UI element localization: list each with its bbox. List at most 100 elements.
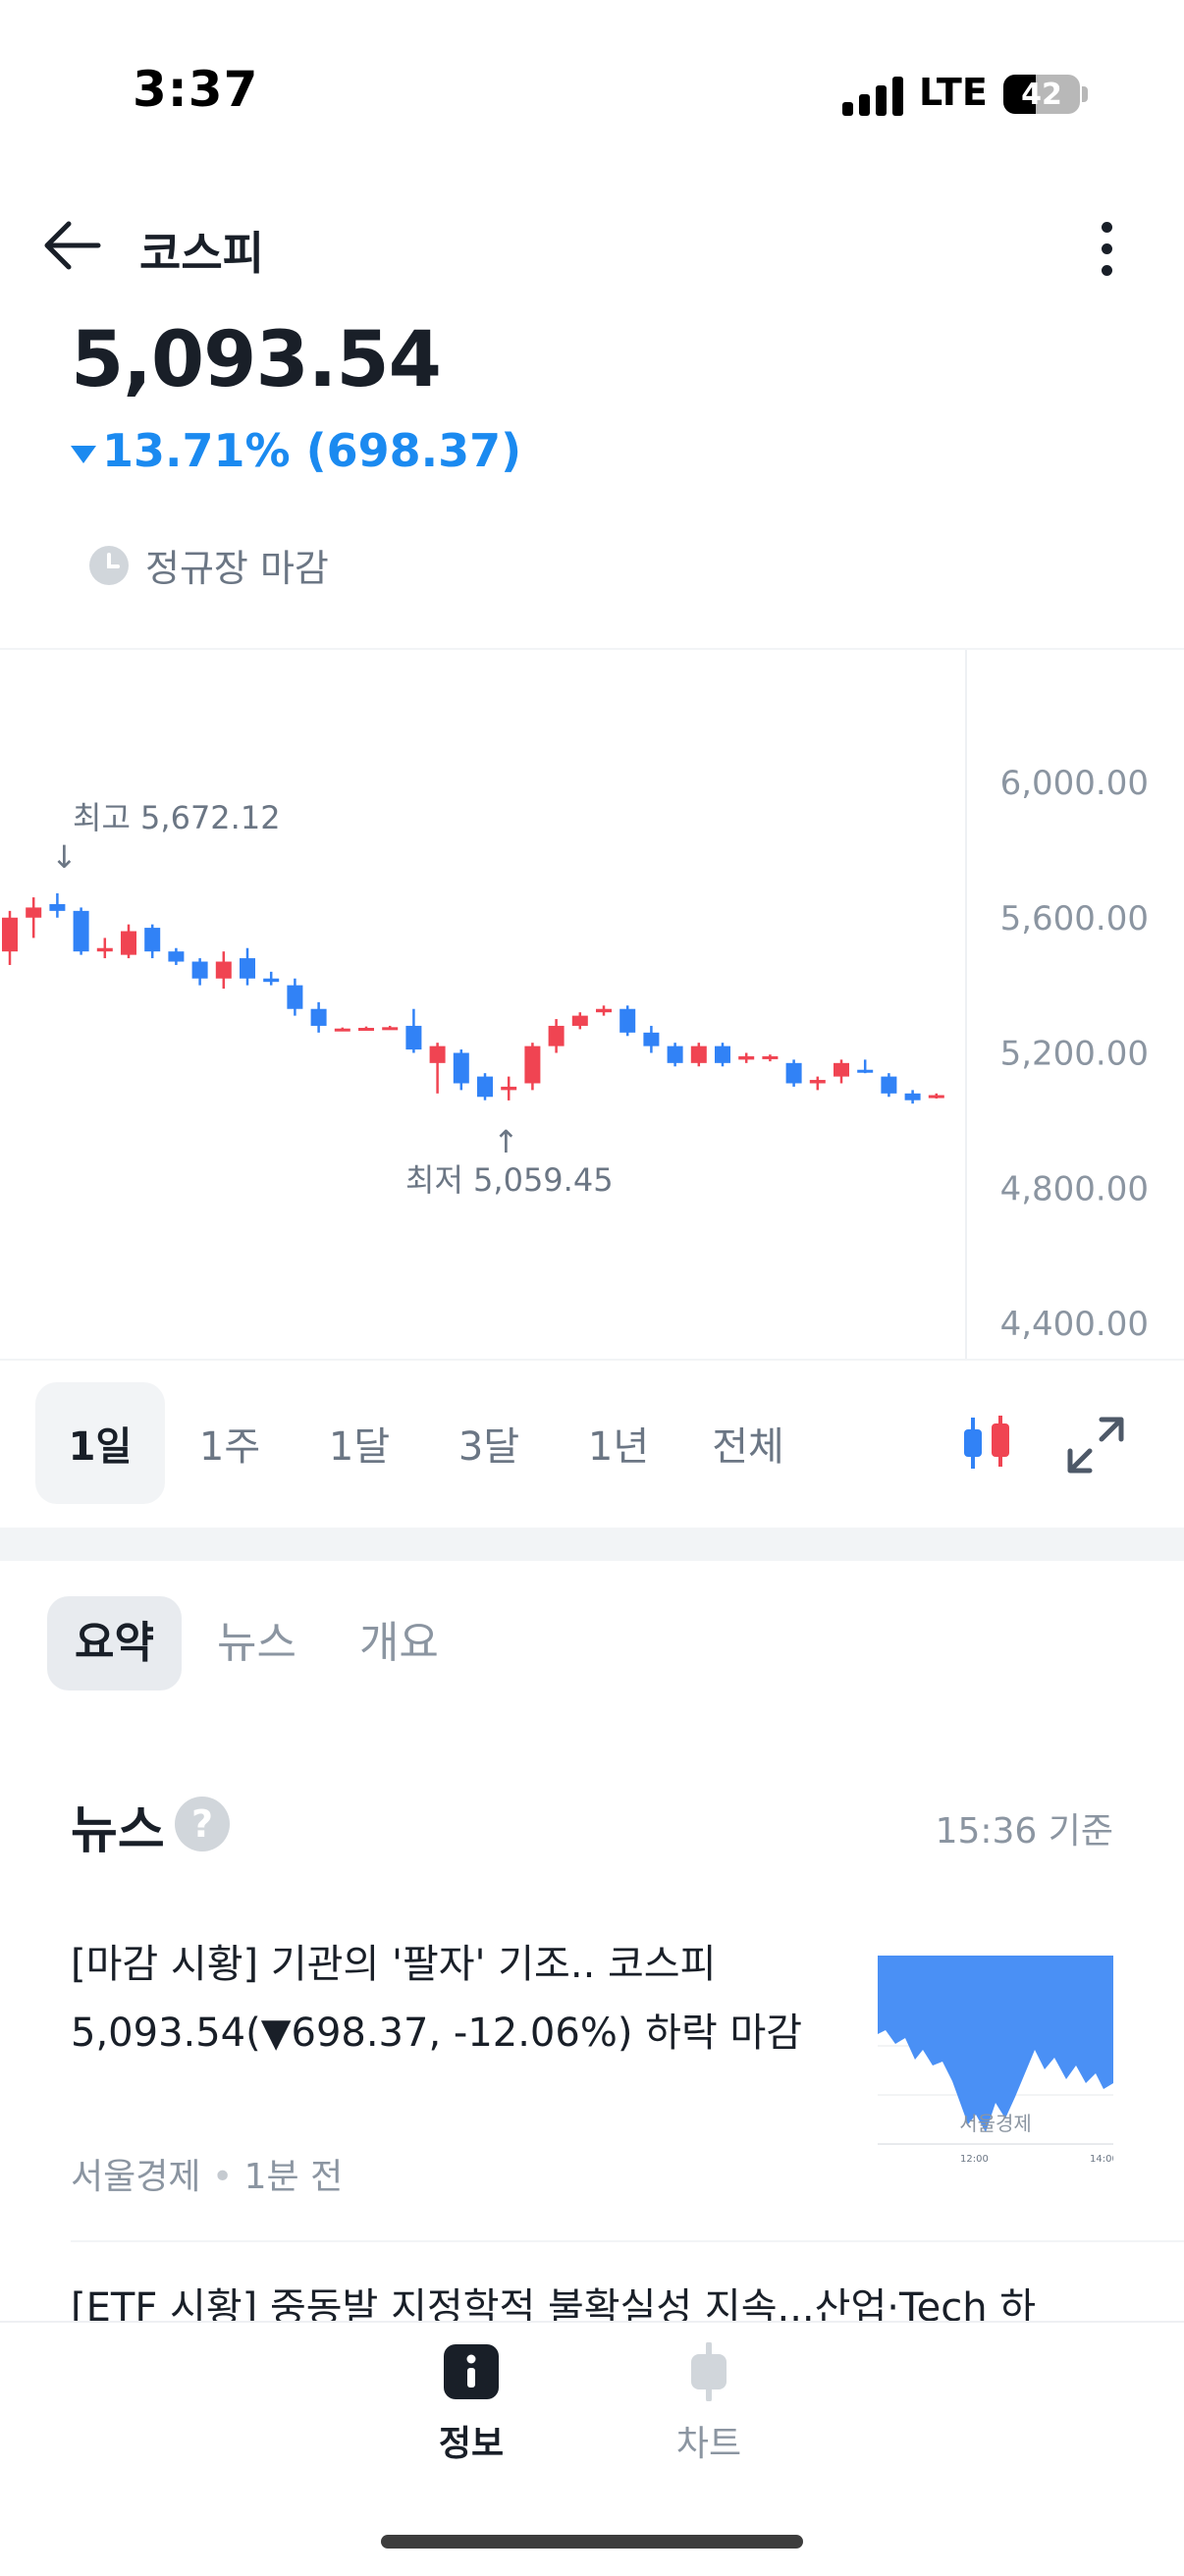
battery-level: 42 bbox=[1021, 78, 1062, 112]
signal-icon bbox=[842, 77, 903, 116]
y-tick-label: 6,000.00 bbox=[1000, 764, 1149, 803]
market-status: 정규장 마감 bbox=[88, 538, 329, 592]
range-button[interactable]: 1일 bbox=[35, 1382, 165, 1504]
candle bbox=[96, 938, 113, 959]
y-tick-label: 5,200.00 bbox=[1000, 1035, 1149, 1074]
home-indicator bbox=[381, 2535, 803, 2549]
candle bbox=[310, 1001, 327, 1033]
candle bbox=[738, 1052, 755, 1063]
candle bbox=[168, 947, 185, 965]
y-tick-label: 4,800.00 bbox=[1000, 1169, 1149, 1208]
candle bbox=[619, 1005, 636, 1037]
candle bbox=[548, 1019, 565, 1053]
candle bbox=[501, 1076, 517, 1100]
candle bbox=[191, 958, 208, 986]
candle bbox=[643, 1025, 660, 1053]
candle bbox=[690, 1043, 707, 1067]
candle bbox=[596, 1005, 612, 1016]
candle bbox=[2, 910, 18, 965]
section-divider bbox=[0, 1528, 1184, 1561]
current-price: 5,093.54 bbox=[71, 316, 442, 404]
candle bbox=[524, 1043, 541, 1091]
page-title: 코스피 bbox=[139, 227, 264, 280]
candle bbox=[477, 1073, 493, 1100]
expand-icon bbox=[1067, 1417, 1124, 1474]
back-button[interactable] bbox=[39, 214, 118, 277]
news-thumbnail[interactable]: 서울경제 12:00 14:00 bbox=[878, 1956, 1118, 2165]
news-timestamp: 15:36 기준 bbox=[935, 1811, 1113, 1852]
candle bbox=[928, 1093, 944, 1099]
tab-overview[interactable]: 개요 bbox=[332, 1596, 466, 1690]
news-item-meta: 서울경제 • 1분 전 bbox=[71, 2157, 344, 2197]
y-tick-label: 5,600.00 bbox=[1000, 899, 1149, 939]
candle bbox=[809, 1076, 826, 1091]
candle bbox=[26, 897, 42, 939]
more-button[interactable] bbox=[1080, 216, 1135, 281]
fullscreen-button[interactable] bbox=[1064, 1414, 1127, 1476]
nav-info[interactable]: 정보 bbox=[373, 2342, 569, 2466]
price-change-value: 13.71% (698.37) bbox=[102, 424, 522, 477]
candlestick-toggle-button[interactable] bbox=[957, 1412, 1016, 1475]
range-button[interactable]: 1년 bbox=[554, 1382, 683, 1504]
candle bbox=[121, 924, 136, 959]
candle bbox=[881, 1073, 897, 1098]
candle bbox=[49, 892, 66, 918]
thumbnail-watermark: 서울경제 bbox=[959, 2112, 1032, 2135]
candle bbox=[857, 1059, 874, 1074]
range-selector: 1일 1주 1달 3달 1년 전체 bbox=[35, 1382, 813, 1504]
range-button[interactable]: 3달 bbox=[424, 1382, 554, 1504]
price-chart[interactable]: 6,000.00 5,600.00 5,200.00 4,800.00 4,400.00… bbox=[0, 648, 1184, 1361]
candle bbox=[144, 924, 161, 959]
candle bbox=[334, 1027, 350, 1032]
candlestick-chart: 6,000.00 5,600.00 5,200.00 4,800.00 4,400.00… bbox=[2, 650, 1149, 1359]
battery-icon: 42 bbox=[1003, 75, 1080, 114]
nav-chart-label: 차트 bbox=[675, 2424, 742, 2464]
tab-news[interactable]: 뉴스 bbox=[189, 1596, 324, 1690]
candle bbox=[240, 947, 255, 986]
clock-icon bbox=[89, 545, 129, 585]
range-button[interactable]: 1주 bbox=[165, 1382, 295, 1504]
range-button[interactable]: 1달 bbox=[295, 1382, 424, 1504]
candle bbox=[382, 1025, 399, 1031]
news-thumbnail-chart: 서울경제 12:00 14:00 bbox=[878, 1956, 1118, 2165]
candle bbox=[405, 1008, 422, 1053]
info-icon bbox=[444, 2344, 499, 2399]
status-time: 3:37 bbox=[133, 61, 259, 118]
down-triangle-icon bbox=[71, 445, 96, 463]
arrow-left-icon bbox=[44, 221, 101, 270]
candle bbox=[834, 1059, 849, 1084]
candle bbox=[904, 1090, 921, 1104]
news-source: 서울경제 bbox=[71, 2157, 201, 2197]
candle bbox=[667, 1043, 683, 1067]
chart-icon bbox=[691, 2341, 727, 2402]
price-change: 13.71% (698.37) bbox=[71, 424, 521, 477]
candle bbox=[715, 1043, 730, 1067]
market-status-label: 정규장 마감 bbox=[145, 547, 329, 590]
candle bbox=[762, 1054, 779, 1062]
tab-summary[interactable]: 요약 bbox=[47, 1596, 182, 1690]
high-arrow-icon: ↓ bbox=[51, 838, 78, 876]
y-tick-label: 4,400.00 bbox=[1000, 1305, 1149, 1344]
help-icon[interactable]: ? bbox=[175, 1797, 230, 1852]
range-button[interactable]: 전체 bbox=[683, 1382, 813, 1504]
candle bbox=[263, 971, 280, 986]
candle bbox=[287, 978, 303, 1016]
candlestick-icon bbox=[964, 1416, 1009, 1469]
candle bbox=[358, 1026, 374, 1032]
low-label: 최저 5,059.45 bbox=[405, 1161, 614, 1199]
news-section-title: 뉴스 bbox=[71, 1801, 165, 1860]
news-time: 1분 전 bbox=[243, 2157, 344, 2197]
nav-info-label: 정보 bbox=[438, 2424, 505, 2464]
candle bbox=[571, 1012, 588, 1030]
high-label: 최고 5,672.12 bbox=[73, 799, 281, 836]
network-label: LTE bbox=[919, 71, 988, 114]
news-item-title[interactable]: [마감 시황] 기관의 '팔자' 기조.. 코스피 5,093.54(▼698.… bbox=[71, 1930, 836, 2067]
content-tabs: 요약 뉴스 개요 bbox=[47, 1596, 474, 1690]
nav-chart[interactable]: 차트 bbox=[611, 2341, 807, 2466]
low-arrow-icon: ↑ bbox=[493, 1123, 519, 1160]
thumbnail-x-label: 12:00 bbox=[960, 2154, 989, 2164]
candle bbox=[453, 1049, 469, 1091]
candle bbox=[73, 907, 89, 955]
thumbnail-x-label: 14:00 bbox=[1090, 2154, 1113, 2164]
candle bbox=[785, 1059, 802, 1087]
